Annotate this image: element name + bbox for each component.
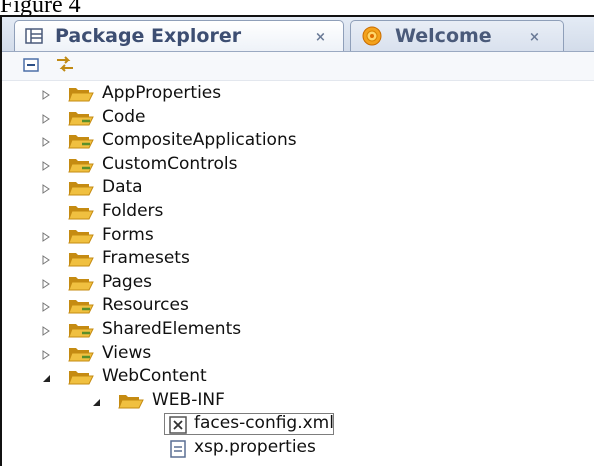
tree-item-label: Forms <box>102 224 154 245</box>
folder-code-icon <box>68 109 94 127</box>
tree-collapsed-icon[interactable] <box>40 160 52 172</box>
tree-collapsed-icon[interactable] <box>40 254 52 266</box>
tree-item-label: xsp.properties <box>194 437 316 457</box>
package-explorer-icon <box>25 28 43 44</box>
tree-expanded-icon[interactable] <box>40 372 52 384</box>
folder-open-icon <box>68 250 94 268</box>
tree-item-forms[interactable]: Forms <box>2 225 592 247</box>
tree-item-xsp-properties[interactable]: xsp.properties <box>2 437 592 459</box>
tab-package-explorer[interactable]: Package Explorer × <box>14 20 344 51</box>
tree-item-label: AppProperties <box>102 83 222 103</box>
tree-collapsed-icon[interactable] <box>40 325 52 337</box>
tree-item-web-inf[interactable]: WEB-INF <box>2 390 592 412</box>
tree-item-compositeapplications[interactable]: CompositeApplications <box>2 130 592 152</box>
tab-label: Welcome <box>395 25 492 47</box>
tree-item-views[interactable]: Views <box>2 343 592 365</box>
link-with-editor-icon <box>55 55 75 77</box>
tree-item-faces-config-xml[interactable]: faces-config.xml <box>2 413 592 436</box>
tree-collapsed-icon[interactable] <box>40 278 52 290</box>
tree-collapsed-icon[interactable] <box>40 349 52 361</box>
tree-item-data[interactable]: Data <box>2 177 592 199</box>
tab-label: Package Explorer <box>55 25 242 47</box>
tree-item-framesets[interactable]: Framesets <box>2 248 592 270</box>
tree-collapsed-icon[interactable] <box>40 231 52 243</box>
view-toolbar <box>2 52 594 81</box>
folder-open-icon <box>68 227 94 245</box>
folder-code-icon <box>68 156 94 174</box>
tree-item-label: Data <box>102 177 143 198</box>
tree-collapsed-icon[interactable] <box>40 113 52 125</box>
tree-item-appproperties[interactable]: AppProperties <box>2 83 592 105</box>
folder-open-icon <box>68 203 94 221</box>
tree-item-sharedelements[interactable]: SharedElements <box>2 319 592 341</box>
folder-code-icon <box>68 132 94 150</box>
tree-item-label: Code <box>102 106 146 127</box>
tree-item-label: Framesets <box>102 248 190 269</box>
folder-open-icon <box>68 368 94 386</box>
folder-open-icon <box>68 274 94 292</box>
tree-item-pages[interactable]: Pages <box>2 272 592 294</box>
tree-item-label: Pages <box>102 271 153 292</box>
folder-code-icon <box>68 321 94 339</box>
tree-item-customcontrols[interactable]: CustomControls <box>2 154 592 176</box>
welcome-icon <box>361 26 383 46</box>
tree-collapsed-icon[interactable] <box>40 301 52 313</box>
view-tab-bar: Package Explorer × Welcome × <box>2 17 594 52</box>
folder-open-icon <box>68 85 94 103</box>
folder-code-icon <box>68 345 94 363</box>
xml-file-icon <box>168 415 188 435</box>
tab-welcome[interactable]: Welcome × <box>350 20 564 51</box>
collapse-all-button[interactable] <box>20 56 42 76</box>
tree-item-label: Folders <box>102 201 164 221</box>
tree-collapsed-icon[interactable] <box>40 136 52 148</box>
tree-item-code[interactable]: Code <box>2 107 592 129</box>
tree-item-label: Views <box>102 342 152 363</box>
tree-item-resources[interactable]: Resources <box>2 295 592 317</box>
link-with-editor-button[interactable] <box>54 56 76 76</box>
collapse-all-icon <box>23 57 39 76</box>
folder-open-icon <box>68 179 94 197</box>
folder-code-icon <box>68 297 94 315</box>
tree-item-folders[interactable]: Folders <box>2 201 592 223</box>
close-icon[interactable]: × <box>315 30 326 45</box>
tree-item-webcontent[interactable]: WebContent <box>2 366 592 388</box>
tree-collapsed-icon[interactable] <box>40 183 52 195</box>
close-icon[interactable]: × <box>529 30 540 45</box>
tree-item-label: CustomControls <box>102 153 238 174</box>
tree-item-label: WebContent <box>102 366 207 387</box>
tree-item-label: SharedElements <box>102 319 242 339</box>
tree-item-label: WEB-INF <box>152 389 225 410</box>
folder-open-icon <box>118 392 144 410</box>
tree-collapsed-icon[interactable] <box>40 89 52 101</box>
tree-item-label: Resources <box>102 295 189 316</box>
properties-file-icon <box>168 439 188 459</box>
package-explorer-view: Package Explorer × Welcome × AppProperti… <box>0 15 594 466</box>
tree-expanded-icon[interactable] <box>90 396 102 408</box>
tree-item-label: CompositeApplications <box>102 130 297 151</box>
tree-item-label: faces-config.xml <box>194 413 334 434</box>
